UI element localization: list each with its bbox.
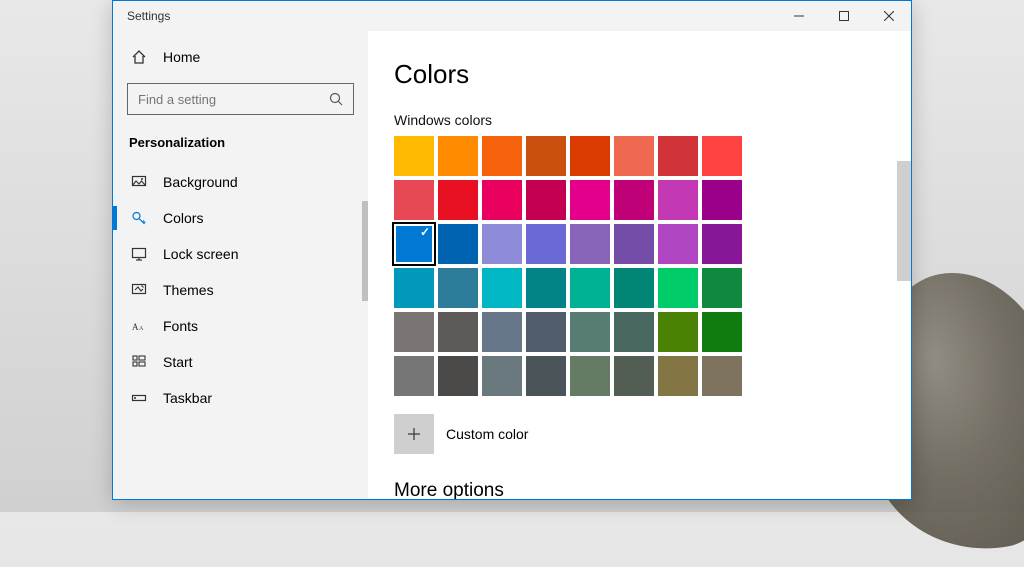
sidebar-items: Background Colors Lock screen Themes AA Fonts… (113, 164, 368, 416)
color-swatch[interactable] (570, 312, 610, 352)
search-icon (329, 92, 343, 106)
color-swatch[interactable] (526, 268, 566, 308)
color-swatch[interactable] (526, 180, 566, 220)
sidebar-item-taskbar[interactable]: Taskbar (113, 380, 368, 416)
color-swatch[interactable] (702, 268, 742, 308)
color-swatch[interactable] (570, 136, 610, 176)
page-title: Colors (394, 59, 871, 90)
content-area: Colors Windows colors Custom color More … (368, 31, 911, 499)
color-swatch[interactable] (658, 180, 698, 220)
color-swatch[interactable] (438, 136, 478, 176)
titlebar: Settings (113, 1, 911, 31)
colors-icon (129, 210, 149, 226)
sidebar-item-background[interactable]: Background (113, 164, 368, 200)
sidebar-item-lock-screen[interactable]: Lock screen (113, 236, 368, 272)
lockscreen-icon (129, 246, 149, 262)
color-swatch[interactable] (570, 356, 610, 396)
maximize-button[interactable] (821, 1, 866, 31)
sidebar-item-label: Background (163, 174, 238, 190)
color-swatch[interactable] (482, 268, 522, 308)
custom-color-row[interactable]: Custom color (394, 414, 871, 454)
color-swatch[interactable] (394, 312, 434, 352)
color-swatch[interactable] (438, 180, 478, 220)
color-swatch[interactable] (482, 136, 522, 176)
sidebar-item-themes[interactable]: Themes (113, 272, 368, 308)
color-swatch[interactable] (570, 268, 610, 308)
color-swatch[interactable] (658, 356, 698, 396)
color-swatch[interactable] (526, 312, 566, 352)
color-swatch[interactable] (658, 136, 698, 176)
sidebar-item-label: Fonts (163, 318, 198, 334)
color-swatch[interactable] (658, 312, 698, 352)
color-swatch[interactable] (482, 312, 522, 352)
themes-icon (129, 282, 149, 298)
color-swatch[interactable] (438, 224, 478, 264)
color-swatch[interactable] (614, 136, 654, 176)
minimize-button[interactable] (776, 1, 821, 31)
settings-window: Settings Home (112, 0, 912, 500)
svg-text:A: A (139, 326, 144, 332)
color-swatch[interactable] (702, 356, 742, 396)
color-swatch[interactable] (394, 224, 434, 264)
sidebar-item-fonts[interactable]: AA Fonts (113, 308, 368, 344)
content-scrollbar[interactable] (897, 161, 911, 281)
color-swatch[interactable] (394, 268, 434, 308)
close-button[interactable] (866, 1, 911, 31)
color-swatch[interactable] (482, 224, 522, 264)
color-swatch-grid (394, 136, 871, 396)
color-swatch[interactable] (570, 224, 610, 264)
color-swatch[interactable] (438, 268, 478, 308)
color-swatch[interactable] (614, 312, 654, 352)
start-icon (129, 354, 149, 370)
color-swatch[interactable] (614, 180, 654, 220)
sidebar: Home Personalization Background Colors Loc… (113, 31, 368, 499)
sidebar-home[interactable]: Home (113, 41, 368, 73)
color-swatch[interactable] (526, 224, 566, 264)
color-swatch[interactable] (702, 224, 742, 264)
search-box[interactable] (127, 83, 354, 115)
color-swatch[interactable] (526, 136, 566, 176)
color-swatch[interactable] (702, 180, 742, 220)
sidebar-item-label: Start (163, 354, 193, 370)
home-icon (129, 49, 149, 65)
window-title: Settings (127, 9, 170, 23)
sidebar-item-colors[interactable]: Colors (113, 200, 368, 236)
taskbar-icon (129, 390, 149, 406)
search-input[interactable] (138, 92, 329, 107)
sidebar-home-label: Home (163, 49, 200, 65)
sidebar-item-start[interactable]: Start (113, 344, 368, 380)
color-swatch[interactable] (702, 136, 742, 176)
color-swatch[interactable] (614, 224, 654, 264)
color-swatch[interactable] (482, 356, 522, 396)
color-swatch[interactable] (394, 356, 434, 396)
plus-icon (406, 426, 422, 442)
color-swatch[interactable] (658, 268, 698, 308)
color-swatch[interactable] (614, 356, 654, 396)
background-icon (129, 174, 149, 190)
color-swatch[interactable] (658, 224, 698, 264)
sidebar-item-label: Lock screen (163, 246, 238, 262)
color-swatch[interactable] (614, 268, 654, 308)
more-options-heading: More options (394, 480, 871, 499)
window-body: Home Personalization Background Colors Loc… (113, 31, 911, 499)
color-swatch[interactable] (702, 312, 742, 352)
color-swatch[interactable] (438, 312, 478, 352)
swatch-heading: Windows colors (394, 112, 871, 128)
fonts-icon: AA (129, 318, 149, 334)
sidebar-heading: Personalization (113, 129, 368, 158)
color-swatch[interactable] (438, 356, 478, 396)
sidebar-item-label: Themes (163, 282, 214, 298)
custom-color-button[interactable] (394, 414, 434, 454)
color-swatch[interactable] (394, 136, 434, 176)
color-swatch[interactable] (526, 356, 566, 396)
color-swatch[interactable] (394, 180, 434, 220)
sidebar-item-label: Taskbar (163, 390, 212, 406)
color-swatch[interactable] (570, 180, 610, 220)
color-swatch[interactable] (482, 180, 522, 220)
window-controls (776, 1, 911, 31)
svg-text:A: A (132, 322, 139, 332)
custom-color-label: Custom color (446, 426, 528, 442)
sidebar-item-label: Colors (163, 210, 203, 226)
